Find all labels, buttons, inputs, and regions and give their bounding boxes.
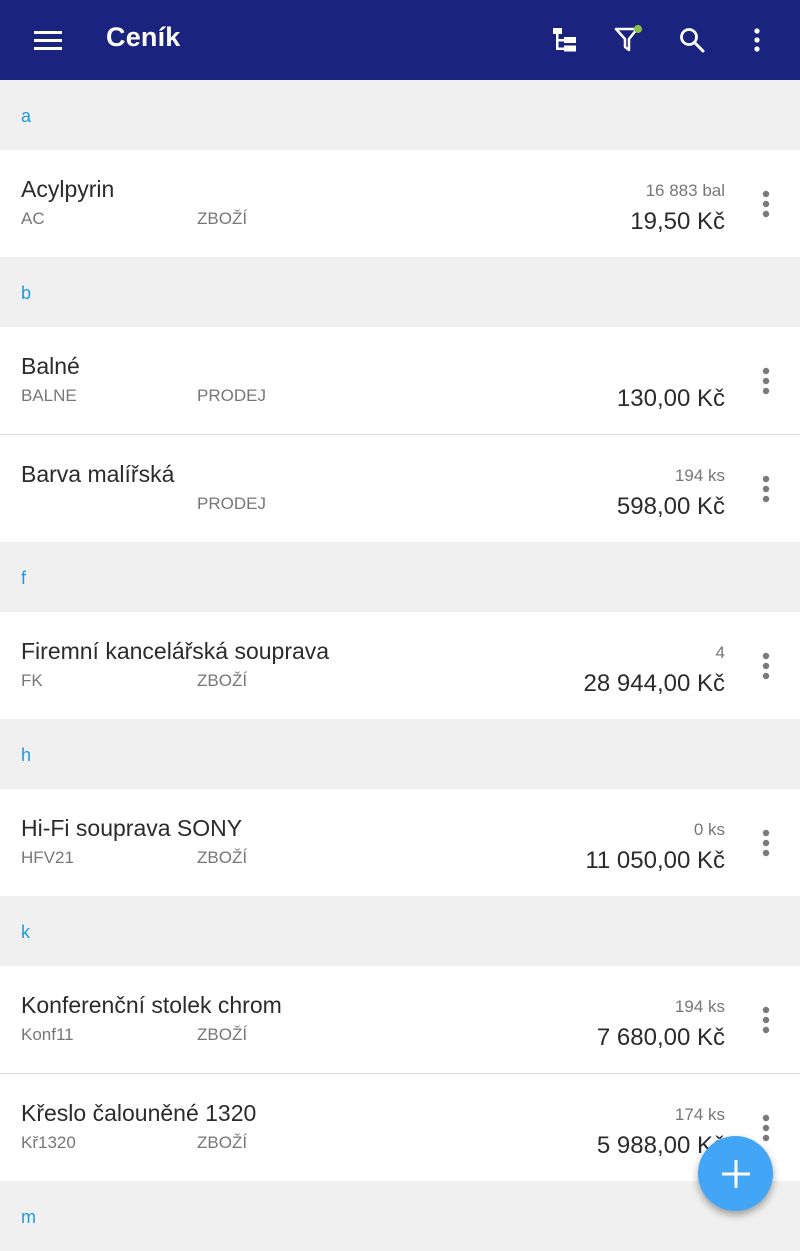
plus-icon <box>721 1159 750 1188</box>
overflow-menu-button[interactable] <box>731 14 783 66</box>
item-type: ZBOŽÍ <box>197 209 248 228</box>
section-letter: b <box>21 283 32 303</box>
list-item[interactable]: Firemní kancelářská souprava FK ZBOŽÍ 4 28 9… <box>0 612 800 719</box>
item-quantity: 16 883 bal <box>645 181 725 200</box>
item-type: ZBOŽÍ <box>197 848 248 867</box>
item-price: 598,00 Kč <box>616 493 725 520</box>
item-code: AC <box>21 209 45 228</box>
item-name: Konferenční stolek chrom <box>21 992 282 1018</box>
item-code: HFV21 <box>21 848 74 867</box>
item-code: Konf11 <box>21 1025 74 1044</box>
app-bar: Ceník <box>0 0 800 80</box>
more-vert-icon <box>762 367 770 395</box>
hierarchy-button[interactable] <box>539 14 591 66</box>
more-vert-icon <box>762 475 770 503</box>
item-more-button[interactable] <box>748 180 784 228</box>
more-vert-icon <box>762 1114 770 1142</box>
more-vert-icon <box>762 829 770 857</box>
list-item[interactable]: Hi-Fi souprava SONY HFV21 ZBOŽÍ 0 ks 11 050,… <box>0 789 800 896</box>
menu-icon <box>34 31 62 50</box>
item-quantity: 4 <box>715 643 725 662</box>
filter-button[interactable] <box>602 14 654 66</box>
item-quantity: 194 ks <box>674 997 725 1016</box>
section-header: f <box>0 542 800 612</box>
section-letter: k <box>21 922 30 942</box>
item-name: Křeslo čalouněné 1320 <box>21 1100 257 1126</box>
more-vert-icon <box>762 1006 770 1034</box>
more-vert-icon <box>754 28 760 52</box>
item-quantity: 0 ks <box>693 820 725 839</box>
section-letter: m <box>21 1207 36 1227</box>
item-code: BALNE <box>21 386 77 405</box>
item-price: 130,00 Kč <box>616 385 725 412</box>
list-item[interactable]: Konferenční stolek chrom Konf11 ZBOŽÍ 194 k… <box>0 966 800 1074</box>
item-more-button[interactable] <box>748 465 784 513</box>
item-more-button[interactable] <box>748 819 784 867</box>
item-quantity: 194 ks <box>674 466 725 485</box>
item-quantity: 174 ks <box>674 1105 725 1124</box>
list-item[interactable]: Barva malířská PRODEJ 194 ks 598,00 Kč <box>0 435 800 542</box>
list-item[interactable]: Acylpyrin AC ZBOŽÍ 16 883 bal 19,50 Kč <box>0 150 800 257</box>
item-type: ZBOŽÍ <box>197 671 248 690</box>
item-type: PRODEJ <box>197 494 266 513</box>
page-title: Ceník <box>106 22 181 52</box>
item-price: 11 050,00 Kč <box>585 847 725 874</box>
more-vert-icon <box>762 652 770 680</box>
item-code: Kř1320 <box>21 1133 76 1152</box>
filter-active-badge <box>634 25 642 33</box>
hierarchy-icon <box>553 28 576 52</box>
item-price: 28 944,00 Kč <box>583 670 725 697</box>
section-header: h <box>0 719 800 789</box>
item-type: ZBOŽÍ <box>197 1133 248 1152</box>
item-code: FK <box>21 671 43 690</box>
search-icon <box>680 28 705 53</box>
section-letter: a <box>21 106 32 126</box>
item-type: ZBOŽÍ <box>197 1025 248 1044</box>
add-item-button[interactable] <box>698 1136 773 1211</box>
section-letter: f <box>21 568 27 588</box>
list-item[interactable]: Balné BALNE PRODEJ 130,00 Kč <box>0 327 800 435</box>
item-more-button[interactable] <box>748 357 784 405</box>
item-type: PRODEJ <box>197 386 266 405</box>
item-more-button[interactable] <box>748 642 784 690</box>
item-name: Balné <box>21 353 80 379</box>
item-name: Hi-Fi souprava SONY <box>21 815 243 841</box>
section-header: a <box>0 80 800 150</box>
filter-icon <box>614 25 642 52</box>
search-button[interactable] <box>666 14 718 66</box>
item-more-button[interactable] <box>748 996 784 1044</box>
item-name: Barva malířská <box>21 461 175 487</box>
section-header: k <box>0 896 800 966</box>
more-vert-icon <box>762 190 770 218</box>
section-header: m <box>0 1181 800 1251</box>
list-item[interactable]: Křeslo čalouněné 1320 Kř1320 ZBOŽÍ 174 ks 5 … <box>0 1074 800 1181</box>
menu-button[interactable] <box>24 16 72 64</box>
item-price: 7 680,00 Kč <box>596 1024 725 1051</box>
item-name: Acylpyrin <box>21 176 115 202</box>
section-letter: h <box>21 745 32 765</box>
item-name: Firemní kancelářská souprava <box>21 638 330 664</box>
section-header: b <box>0 257 800 327</box>
price-list: a Acylpyrin AC ZBOŽÍ 16 883 bal 19,50 Kč b Baln… <box>0 80 800 1251</box>
item-price: 19,50 Kč <box>630 208 725 235</box>
